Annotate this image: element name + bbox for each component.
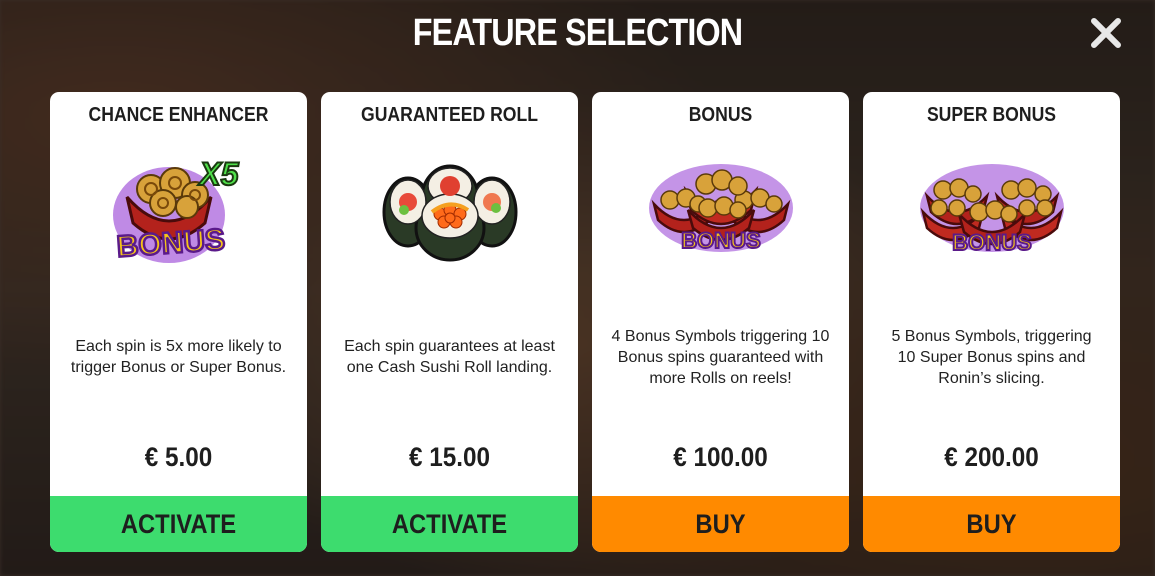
- card-description: 5 Bonus Symbols, triggering 10 Super Bon…: [891, 327, 1092, 387]
- bonus-word: BONUS: [115, 223, 225, 263]
- close-button[interactable]: [1089, 16, 1123, 50]
- feature-card-bonus: BONUS BONUS 4 Bonus Symbols triggering 1…: [592, 92, 849, 552]
- feature-card-chance-enhancer: CHANCE ENHANCER BONUS X5 Each spin is 5x…: [50, 92, 307, 552]
- card-price: € 100.00: [673, 441, 768, 472]
- buy-button[interactable]: BUY: [863, 496, 1120, 552]
- super-bonus-bowls-icon: BONUS: [919, 164, 1064, 256]
- card-price: € 200.00: [944, 441, 1039, 472]
- bonus-x5-icon: BONUS X5: [112, 155, 240, 264]
- activate-button[interactable]: ACTIVATE: [50, 496, 307, 552]
- close-icon: [1091, 18, 1121, 48]
- feature-card-super-bonus: SUPER BONUS BONUS 5 Bonus Symbols, trigg…: [863, 92, 1120, 552]
- buy-button[interactable]: BUY: [592, 496, 849, 552]
- card-title: BONUS: [688, 104, 753, 126]
- card-price: € 15.00: [408, 441, 491, 472]
- card-price: € 5.00: [144, 441, 213, 472]
- page-title: FEATURE SELECTION: [412, 12, 743, 54]
- button-label: ACTIVATE: [120, 508, 237, 539]
- sushi-roll-icon: [382, 164, 517, 261]
- button-label: BUY: [695, 508, 746, 539]
- activate-button[interactable]: ACTIVATE: [321, 496, 578, 552]
- feature-card-guaranteed-roll: GUARANTEED ROLL Each spin guarantees at …: [321, 92, 578, 552]
- card-description: Each spin guarantees at least one Cash S…: [344, 338, 555, 376]
- x5-badge: X5: [197, 156, 239, 192]
- bonus-bowls-icon: BONUS: [648, 164, 793, 254]
- button-label: ACTIVATE: [391, 508, 508, 539]
- card-title: CHANCE ENHANCER: [88, 104, 269, 126]
- feature-cards: CHANCE ENHANCER BONUS X5 Each spin is 5x…: [50, 92, 1120, 552]
- button-label: BUY: [966, 508, 1017, 539]
- card-title: GUARANTEED ROLL: [361, 104, 538, 126]
- bonus-word: BONUS: [952, 230, 1031, 255]
- card-title: SUPER BONUS: [926, 104, 1057, 126]
- card-description: Each spin is 5x more likely to trigger B…: [70, 338, 287, 376]
- card-description: 4 Bonus Symbols triggering 10 Bonus spin…: [611, 327, 830, 387]
- bonus-word: BONUS: [681, 228, 760, 253]
